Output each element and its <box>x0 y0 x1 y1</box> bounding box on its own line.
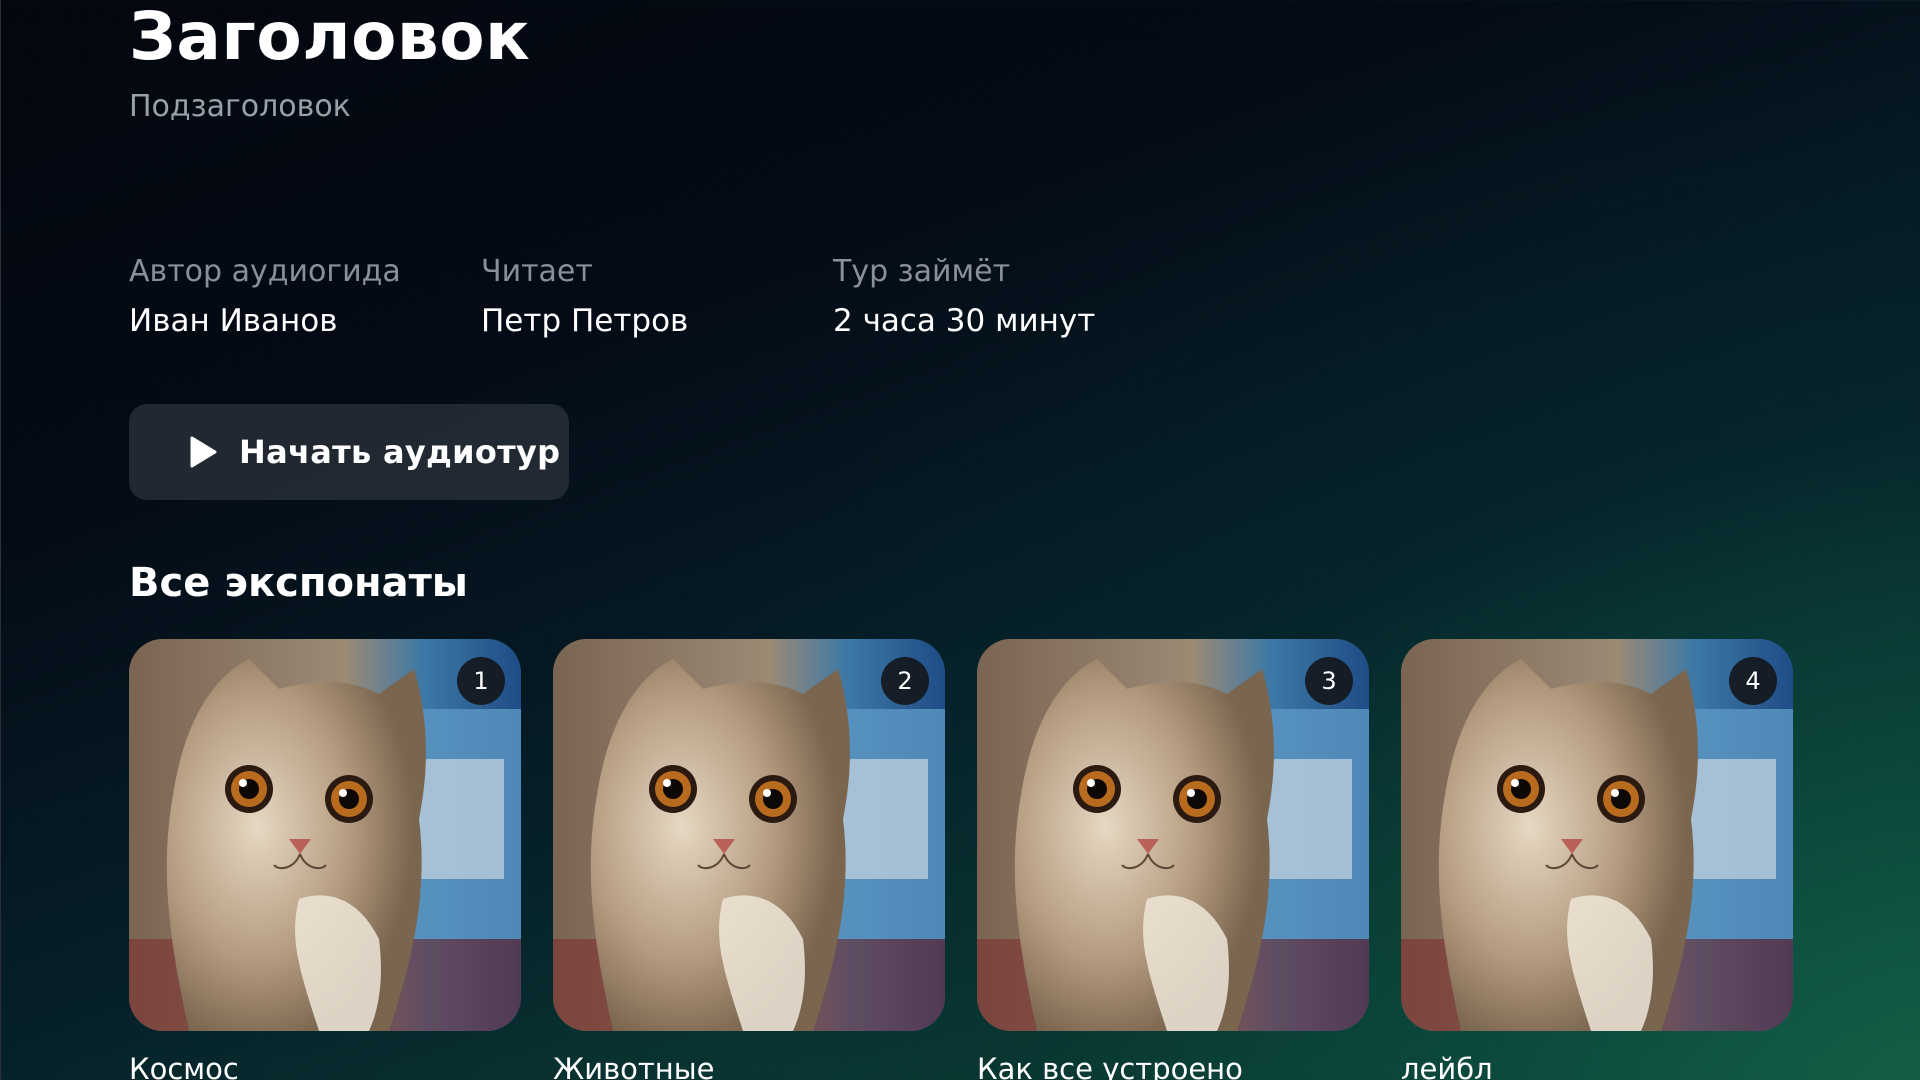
play-icon <box>189 436 217 468</box>
meta-author-value: Иван Иванов <box>129 303 338 339</box>
exhibit-label: лейбл <box>1401 1052 1493 1080</box>
start-audiotour-button[interactable]: Начать аудиотур <box>129 404 569 500</box>
page-title: Заголовок <box>129 0 531 75</box>
exhibit-label: Как все устроено <box>977 1052 1243 1080</box>
exhibit-number-badge: 4 <box>1729 657 1777 705</box>
start-audiotour-label: Начать аудиотур <box>239 433 561 471</box>
meta-duration-value: 2 часа 30 минут <box>833 303 1096 339</box>
exhibit-image: 3 <box>977 639 1369 1031</box>
exhibit-number-badge: 1 <box>457 657 505 705</box>
meta-duration-label: Тур займёт <box>833 254 1011 289</box>
exhibit-card[interactable]: 2 Животные <box>553 639 945 1080</box>
exhibit-number-badge: 3 <box>1305 657 1353 705</box>
meta-narrator-value: Петр Петров <box>481 303 689 339</box>
exhibit-image: 2 <box>553 639 945 1031</box>
exhibit-image: 4 <box>1401 639 1793 1031</box>
meta-duration: Тур займёт 2 часа 30 минут <box>833 253 1095 341</box>
meta-author: Автор аудиогида Иван Иванов <box>129 253 401 341</box>
left-edge-divider <box>0 0 1 1080</box>
exhibit-label: Космос <box>129 1052 239 1080</box>
exhibit-number-badge: 2 <box>881 657 929 705</box>
exhibits-section-title: Все экспонаты <box>129 560 468 606</box>
exhibit-card[interactable]: 1 Космос <box>129 639 521 1080</box>
exhibit-card[interactable]: 3 Как все устроено <box>977 639 1369 1080</box>
exhibit-image: 1 <box>129 639 521 1031</box>
meta-narrator: Читает Петр Петров <box>481 253 688 341</box>
meta-narrator-label: Читает <box>481 254 593 289</box>
page-subtitle: Подзаголовок <box>129 89 351 124</box>
meta-author-label: Автор аудиогида <box>129 254 401 289</box>
exhibit-card[interactable]: 4 лейбл <box>1401 639 1793 1080</box>
exhibit-label: Животные <box>553 1052 715 1080</box>
